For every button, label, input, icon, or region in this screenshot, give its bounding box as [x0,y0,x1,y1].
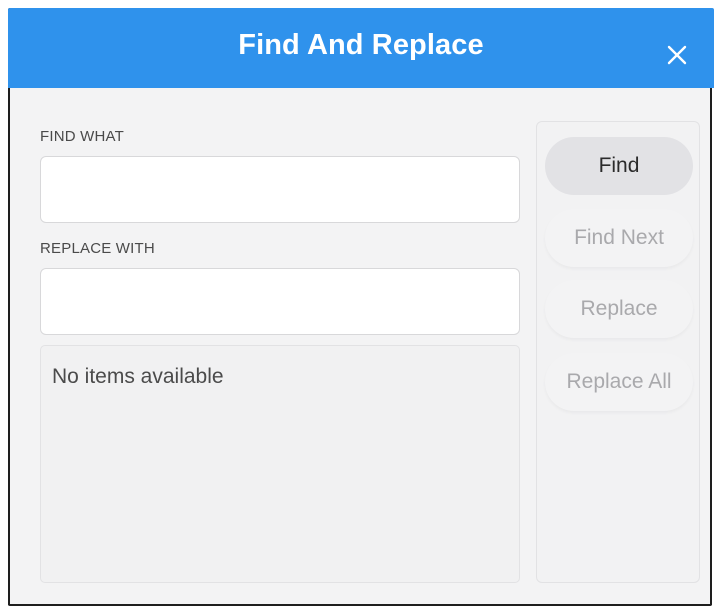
find-button[interactable]: Find [545,137,693,195]
find-next-button[interactable]: Find Next [545,209,693,267]
dialog-title: Find And Replace [238,29,484,61]
results-list[interactable]: No items available [40,345,520,583]
find-what-label: FIND WHAT [40,128,125,145]
close-icon [667,45,687,65]
find-what-input[interactable] [40,156,520,223]
replace-button[interactable]: Replace [545,280,693,338]
results-empty-message: No items available [52,365,224,388]
close-button[interactable] [664,42,690,68]
replace-with-input[interactable] [40,268,520,335]
replace-with-label: REPLACE WITH [40,240,155,257]
replace-all-button[interactable]: Replace All [545,353,693,411]
dialog-titlebar: Find And Replace [8,8,714,88]
action-button-panel: Find Find Next Replace Replace All [536,121,700,583]
find-replace-dialog: Find And Replace FIND WHAT REPLACE WITH … [8,8,714,606]
